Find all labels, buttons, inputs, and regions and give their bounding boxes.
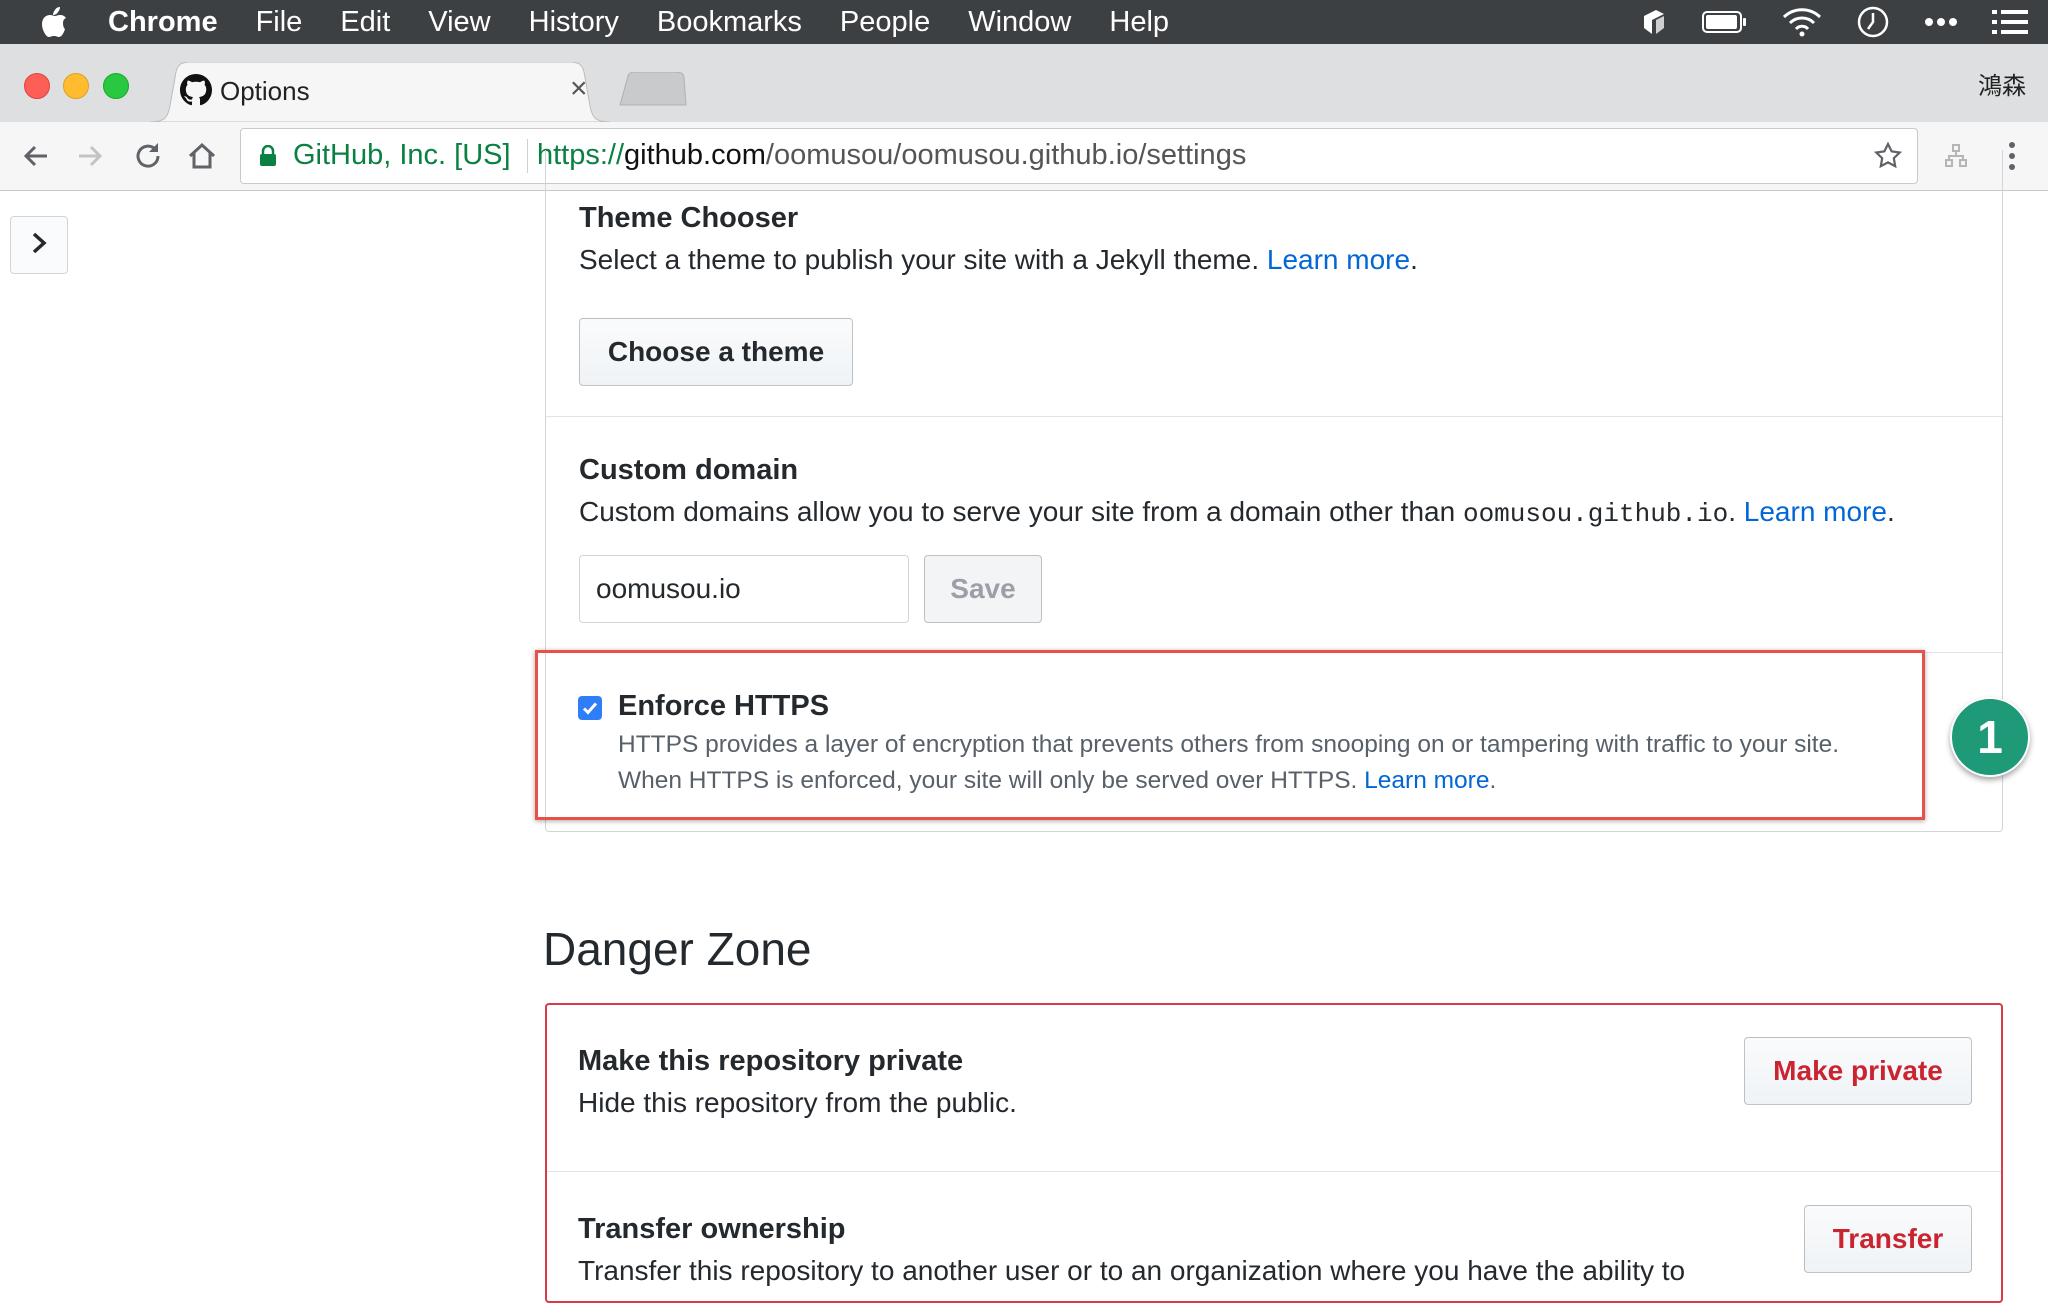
wifi-icon[interactable] (1782, 7, 1822, 37)
notification-center-icon[interactable] (1992, 9, 2028, 35)
menu-help[interactable]: Help (1109, 6, 1169, 39)
custom-domain-desc-mid: . (1728, 496, 1744, 527)
make-private-title: Make this repository private (578, 1045, 964, 1077)
secure-identity-label[interactable]: GitHub, Inc. [US] (293, 139, 511, 172)
theme-desc-period: . (1410, 244, 1418, 275)
default-domain-code: oomusou.github.io (1462, 499, 1729, 529)
section-divider (546, 416, 2002, 417)
menu-view[interactable]: View (428, 6, 490, 39)
github-icon (180, 74, 212, 111)
custom-domain-desc-text: Custom domains allow you to serve your s… (579, 496, 1463, 527)
menu-window[interactable]: Window (968, 6, 1071, 39)
danger-zone-box: Make this repository private Hide this r… (545, 1003, 2003, 1303)
menu-history[interactable]: History (529, 6, 619, 39)
custom-domain-period: . (1886, 496, 1895, 527)
home-icon[interactable] (182, 136, 222, 176)
back-icon[interactable] (16, 136, 56, 176)
theme-chooser-description: Select a theme to publish your site with… (579, 244, 1418, 276)
annotation-highlight-box (535, 650, 1925, 820)
choose-theme-button[interactable]: Choose a theme (579, 318, 853, 386)
transfer-button[interactable]: Transfer (1804, 1205, 1972, 1273)
more-icon[interactable] (1924, 17, 1958, 27)
transfer-ownership-description: Transfer this repository to another user… (578, 1255, 1686, 1286)
menu-people[interactable]: People (840, 6, 930, 39)
chevron-right-icon (30, 231, 48, 260)
save-domain-button[interactable]: Save (924, 555, 1042, 623)
lock-icon[interactable] (259, 144, 277, 172)
tab-strip: Options × 鴻森 (0, 44, 2048, 122)
omnibox-separator (527, 139, 528, 173)
sidebar-toggle-button[interactable] (10, 216, 68, 274)
new-tab-button[interactable] (618, 71, 688, 111)
tab-close-icon[interactable]: × (570, 74, 588, 104)
custom-domain-description: Custom domains allow you to serve your s… (579, 496, 1895, 529)
menu-chrome[interactable]: Chrome (108, 6, 218, 39)
custom-domain-title: Custom domain (579, 454, 799, 486)
theme-desc-text: Select a theme to publish your site with… (579, 244, 1267, 275)
battery-icon[interactable] (1702, 9, 1748, 35)
section-divider (547, 1171, 2001, 1172)
menu-edit[interactable]: Edit (340, 6, 390, 39)
box-app-icon[interactable] (1640, 8, 1668, 36)
menu-bookmarks[interactable]: Bookmarks (657, 6, 802, 39)
custom-domain-input[interactable] (579, 555, 909, 623)
theme-learn-more-link[interactable]: Learn more (1267, 244, 1410, 275)
menu-file[interactable]: File (256, 6, 303, 39)
window-minimize-button[interactable] (63, 73, 89, 99)
apple-menu-icon[interactable] (26, 6, 82, 38)
window-close-button[interactable] (24, 73, 50, 99)
danger-zone-heading: Danger Zone (543, 923, 812, 975)
tab-options[interactable]: Options × (150, 62, 610, 122)
custom-domain-learn-more-link[interactable]: Learn more (1744, 496, 1887, 527)
make-private-button[interactable]: Make private (1744, 1037, 1972, 1105)
menu-bar: Chrome File Edit View History Bookmarks … (0, 0, 2048, 44)
reload-icon[interactable] (128, 136, 168, 176)
status-area (1640, 0, 2028, 44)
window-zoom-button[interactable] (103, 73, 129, 99)
time-machine-icon[interactable] (1856, 5, 1890, 39)
annotation-step-badge: 1 (1950, 697, 2030, 777)
forward-icon[interactable] (70, 136, 110, 176)
tab-title: Options (220, 76, 310, 106)
profile-name[interactable]: 鴻森 (1978, 66, 2026, 101)
transfer-ownership-title: Transfer ownership (578, 1213, 846, 1245)
theme-chooser-title: Theme Chooser (579, 202, 799, 234)
make-private-description: Hide this repository from the public. (578, 1087, 1017, 1118)
